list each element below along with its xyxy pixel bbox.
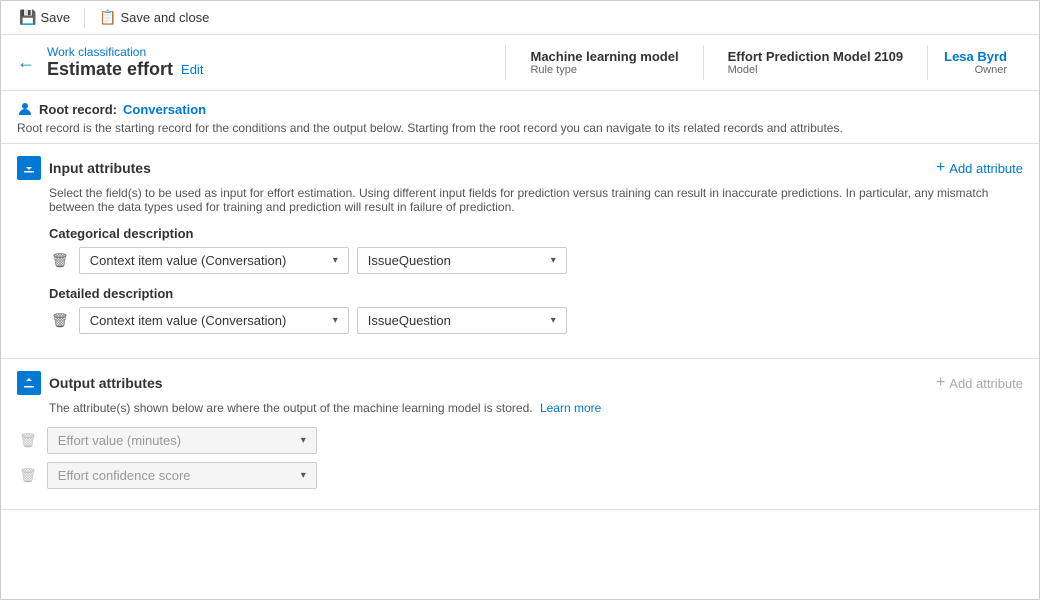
input-icon-box [17,156,41,180]
save-close-label: Save and close [121,10,210,25]
output-section-description: The attribute(s) shown below are where t… [49,401,1023,415]
delete-categorical-icon[interactable]: 🗑 [49,250,71,271]
confidence-score-label: Effort confidence score [58,468,191,483]
categorical-row-0: 🗑 Context item value (Conversation) ▾ Is… [49,247,1023,274]
output-icon-box [17,371,41,395]
save-label: Save [40,10,70,25]
rule-type-label: Rule type [530,64,678,76]
page-title-text: Estimate effort [47,59,173,80]
rule-type-value: Machine learning model [530,49,678,64]
download-icon [22,161,36,175]
save-close-button[interactable]: 📋 Save and close [93,7,215,28]
output-section-title: Output attributes [49,375,163,391]
categorical-field1-select[interactable]: Context item value (Conversation) ▾ [79,247,349,274]
detailed-field2-select[interactable]: IssueQuestion ▾ [357,307,567,334]
output-desc-text: The attribute(s) shown below are where t… [49,401,533,415]
edit-link[interactable]: Edit [181,62,203,77]
detailed-field1-chevron: ▾ [333,315,338,326]
root-record-prefix: Root record: [39,102,117,117]
output-attributes-section: Output attributes + Add attribute The at… [1,359,1039,510]
detailed-field2-chevron: ▾ [551,315,556,326]
input-section-header: Input attributes + Add attribute [17,156,1023,180]
model-value: Effort Prediction Model 2109 [728,49,904,64]
detailed-field1-select[interactable]: Context item value (Conversation) ▾ [79,307,349,334]
toolbar: 💾 Save 📋 Save and close [1,1,1039,35]
categorical-label: Categorical description [49,226,1023,241]
breadcrumb[interactable]: Work classification [47,45,489,59]
delete-detailed-icon[interactable]: 🗑 [49,310,71,331]
model-label: Model [728,64,904,76]
add-input-attribute-label: Add attribute [949,161,1023,176]
input-section-description: Select the field(s) to be used as input … [49,186,1023,214]
add-output-attribute-label: Add attribute [949,376,1023,391]
categorical-field1-chevron: ▾ [333,255,338,266]
root-record-section: Root record: Conversation Root record is… [1,91,1039,144]
input-title-row: Input attributes [17,156,151,180]
owner-section: Lesa Byrd Owner [928,45,1023,80]
categorical-field1-value: Context item value (Conversation) [90,253,287,268]
person-icon [17,101,33,117]
model-meta: Effort Prediction Model 2109 Model [704,45,929,80]
save-icon: 💾 [19,9,36,26]
save-close-icon: 📋 [99,9,116,26]
header-title-section: Work classification Estimate effort Edit [47,45,489,80]
output-title-row: Output attributes [17,371,163,395]
header: ← Work classification Estimate effort Ed… [1,35,1039,91]
owner-label: Owner [944,64,1007,76]
add-output-plus-icon: + [936,374,945,392]
delete-effort-value-icon: 🗑 [17,430,39,451]
delete-confidence-icon: 🗑 [17,465,39,486]
add-input-plus-icon: + [936,159,945,177]
input-section-title: Input attributes [49,160,151,176]
input-attributes-section: Input attributes + Add attribute Select … [1,144,1039,359]
categorical-group: Categorical description 🗑 Context item v… [49,226,1023,274]
root-record-description: Root record is the starting record for t… [17,121,1023,135]
save-button[interactable]: 💾 Save [13,7,76,28]
categorical-field2-chevron: ▾ [551,255,556,266]
owner-name[interactable]: Lesa Byrd [944,49,1007,64]
detailed-field2-value: IssueQuestion [368,313,451,328]
back-arrow-icon: ← [17,52,35,73]
output-row-0: 🗑 Effort value (minutes) ▾ [17,427,1023,454]
toolbar-divider [84,8,85,28]
detailed-group: Detailed description 🗑 Context item valu… [49,286,1023,334]
rule-type-meta: Machine learning model Rule type [506,45,703,80]
effort-value-chevron: ▾ [301,435,306,446]
detailed-field1-value: Context item value (Conversation) [90,313,287,328]
output-section-header: Output attributes + Add attribute [17,371,1023,395]
learn-more-link[interactable]: Learn more [540,401,601,415]
upload-icon [22,376,36,390]
categorical-field2-select[interactable]: IssueQuestion ▾ [357,247,567,274]
output-row-1: 🗑 Effort confidence score ▾ [17,462,1023,489]
root-record-entity: Conversation [123,102,206,117]
detailed-row-0: 🗑 Context item value (Conversation) ▾ Is… [49,307,1023,334]
header-meta: Machine learning model Rule type Effort … [505,45,1023,80]
confidence-score-select: Effort confidence score ▾ [47,462,317,489]
detailed-label: Detailed description [49,286,1023,301]
root-record-title: Root record: Conversation [17,101,1023,117]
add-output-attribute-button: + Add attribute [936,374,1023,392]
effort-value-label: Effort value (minutes) [58,433,181,448]
back-button[interactable]: ← [17,45,35,80]
page-title: Estimate effort Edit [47,59,489,80]
confidence-score-chevron: ▾ [301,470,306,481]
effort-value-select: Effort value (minutes) ▾ [47,427,317,454]
add-input-attribute-button[interactable]: + Add attribute [936,159,1023,177]
categorical-field2-value: IssueQuestion [368,253,451,268]
